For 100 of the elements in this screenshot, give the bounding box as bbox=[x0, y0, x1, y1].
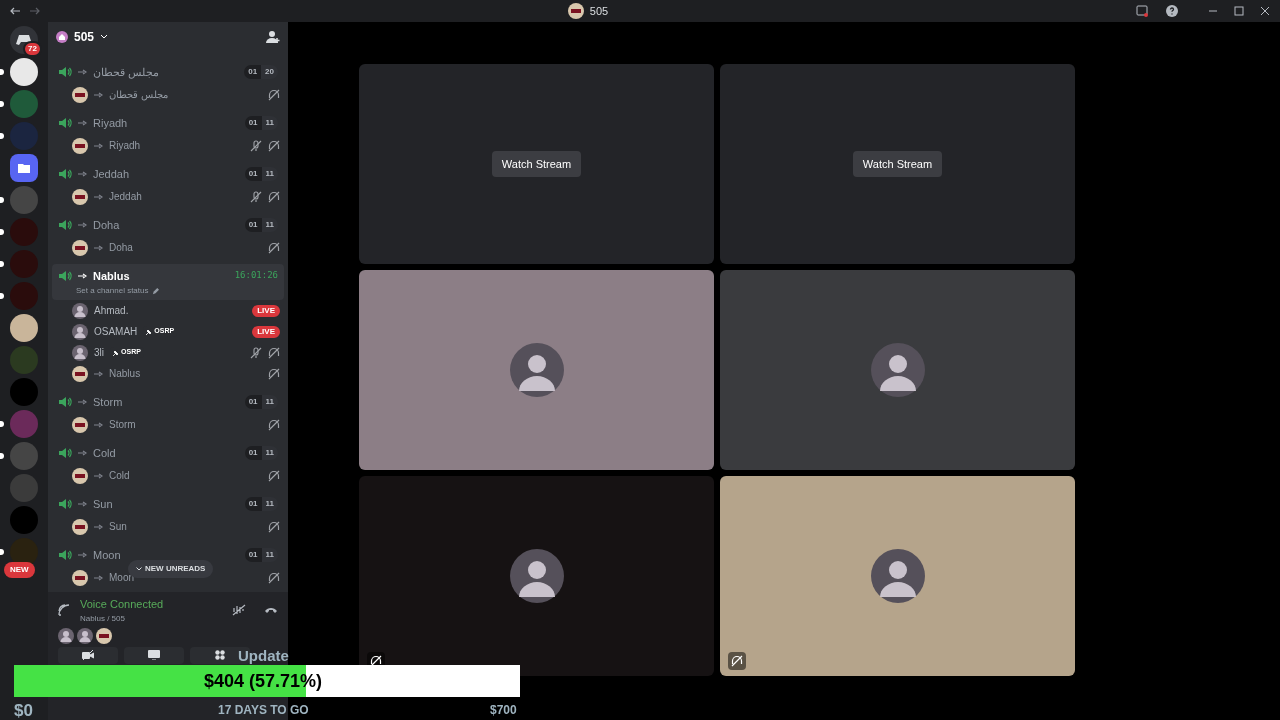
headphones-slash-icon bbox=[268, 367, 280, 380]
noise-suppression-icon[interactable] bbox=[232, 604, 246, 617]
voice-channel[interactable]: Nablus 16:01:26 Set a channel status bbox=[52, 264, 284, 300]
headphones-slash-icon bbox=[268, 190, 280, 203]
server-icon[interactable] bbox=[10, 58, 38, 86]
channel-status[interactable]: Set a channel status bbox=[76, 285, 149, 297]
avatar bbox=[509, 343, 564, 397]
voice-location[interactable]: Nablus / 505 bbox=[80, 612, 164, 625]
chevron-down-icon bbox=[100, 34, 109, 40]
goal-start: $0 bbox=[14, 700, 33, 720]
video-tile[interactable] bbox=[720, 270, 1075, 470]
member-name: Sun bbox=[109, 520, 127, 534]
arrow-icon bbox=[78, 171, 87, 177]
member-name: Doha bbox=[109, 241, 133, 255]
channel-name: Storm bbox=[93, 394, 123, 410]
new-badge[interactable]: NEW bbox=[4, 562, 35, 578]
house-icon bbox=[56, 31, 68, 43]
member-name: 3li bbox=[94, 346, 104, 360]
arrow-icon bbox=[94, 91, 103, 98]
forward-icon[interactable] bbox=[30, 7, 40, 15]
user-count: 01 bbox=[244, 65, 262, 79]
avatar bbox=[96, 627, 112, 644]
voice-channel[interactable]: Sun 01 11 bbox=[52, 492, 284, 516]
watch-stream-button[interactable]: Watch Stream bbox=[491, 150, 582, 178]
back-icon[interactable] bbox=[10, 7, 20, 15]
avatar bbox=[72, 518, 88, 535]
video-tile[interactable]: Watch Stream bbox=[720, 64, 1075, 264]
folder-icon bbox=[18, 163, 30, 173]
headphones-slash-icon bbox=[268, 571, 280, 584]
server-icon[interactable]: 72 bbox=[10, 26, 38, 54]
headphones-slash-icon bbox=[268, 241, 280, 254]
avatar bbox=[72, 239, 88, 256]
speaker-icon bbox=[58, 395, 72, 409]
headphones-slash-icon bbox=[268, 520, 280, 533]
user-limit: 20 bbox=[261, 65, 278, 79]
arrow-icon bbox=[94, 421, 103, 428]
screen-share-button[interactable] bbox=[124, 646, 184, 664]
add-user-icon[interactable] bbox=[266, 30, 280, 44]
days-remaining: 17 DAYS TO GO bbox=[218, 702, 309, 719]
watch-stream-button[interactable]: Watch Stream bbox=[852, 150, 943, 178]
inbox-icon[interactable] bbox=[1136, 5, 1148, 17]
arrow-icon bbox=[94, 244, 103, 251]
voice-channel[interactable]: Jeddah 01 11 bbox=[52, 162, 284, 186]
help-icon[interactable] bbox=[1166, 5, 1178, 17]
live-badge: LIVE bbox=[252, 304, 280, 317]
speaker-icon bbox=[58, 548, 72, 562]
arrow-icon bbox=[94, 574, 103, 581]
chevron-down-icon bbox=[136, 567, 142, 571]
pin-icon bbox=[146, 328, 153, 335]
arrow-icon bbox=[78, 399, 87, 405]
close-icon[interactable] bbox=[1260, 6, 1270, 16]
voice-channel[interactable]: Doha 01 11 bbox=[52, 213, 284, 237]
member-name: OSAMAH bbox=[94, 325, 138, 339]
user-count: 01 bbox=[244, 548, 262, 562]
channel-timer: 16:01:26 bbox=[234, 269, 278, 283]
video-tile[interactable]: Watch Stream bbox=[359, 64, 714, 264]
arrow-icon bbox=[78, 120, 87, 126]
window-title: 505 bbox=[589, 3, 609, 19]
arrow-icon bbox=[94, 142, 103, 149]
camera-slash-icon bbox=[82, 650, 94, 660]
user-count: 01 bbox=[244, 446, 262, 460]
camera-slash-button[interactable] bbox=[58, 646, 118, 664]
video-tile[interactable] bbox=[359, 476, 714, 676]
voice-channel[interactable]: Cold 01 11 bbox=[52, 441, 284, 465]
hang-up-icon[interactable] bbox=[264, 605, 278, 616]
speaker-icon bbox=[58, 497, 72, 511]
headphones-slash-icon bbox=[268, 88, 280, 101]
avatar bbox=[72, 302, 88, 319]
voice-channel[interactable]: Riyadh 01 11 bbox=[52, 111, 284, 135]
voice-status: Voice Connected bbox=[80, 597, 164, 612]
video-tile[interactable] bbox=[720, 476, 1075, 676]
microphone-slash-icon bbox=[250, 346, 262, 359]
activities-icon bbox=[215, 650, 225, 660]
signal-icon bbox=[58, 604, 72, 617]
speaker-icon bbox=[58, 269, 72, 283]
avatar bbox=[72, 467, 88, 484]
channel-name: Cold bbox=[93, 445, 116, 461]
arrow-icon bbox=[78, 552, 87, 558]
video-tile[interactable] bbox=[359, 270, 714, 470]
server-header[interactable]: 505 bbox=[48, 22, 288, 52]
avatar bbox=[72, 137, 88, 154]
channel-name: Nablus bbox=[93, 268, 130, 284]
server-folder[interactable] bbox=[10, 154, 38, 182]
maximize-icon[interactable] bbox=[1234, 6, 1244, 16]
voice-channel[interactable]: Storm 01 11 bbox=[52, 390, 284, 414]
headphones-slash-icon bbox=[731, 655, 743, 667]
member-name: Riyadh bbox=[109, 139, 141, 153]
arrow-icon bbox=[78, 450, 87, 456]
arrow-icon bbox=[78, 222, 87, 228]
avatar bbox=[72, 344, 88, 361]
member-name: Jeddah bbox=[109, 190, 142, 204]
avatar bbox=[58, 627, 74, 644]
member-name: مجلس قحطان bbox=[109, 88, 168, 102]
user-count: 01 bbox=[244, 218, 262, 232]
channel-name: Doha bbox=[93, 217, 120, 233]
server-icon[interactable] bbox=[10, 314, 38, 342]
update-label: Update bbox=[238, 646, 289, 666]
speaker-icon bbox=[58, 218, 72, 232]
channel-name: Moon bbox=[93, 547, 121, 563]
user-count: 01 bbox=[244, 167, 262, 181]
